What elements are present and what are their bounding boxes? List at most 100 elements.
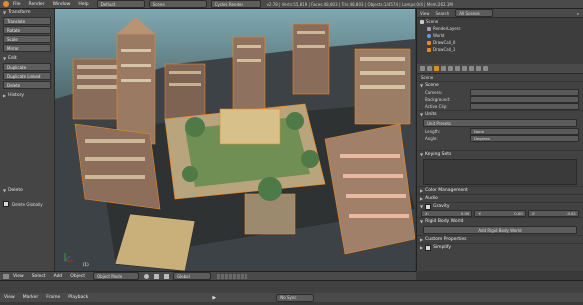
timeline-menu-marker[interactable]: Marker: [19, 295, 43, 300]
search-icon[interactable]: ⌕: [577, 11, 579, 16]
section-title: Custom Properties: [425, 237, 467, 242]
delete-button[interactable]: Delete: [3, 81, 51, 89]
properties-panel: Scene ▼ Scene Camera: Background: Active …: [416, 64, 583, 271]
scene-tab-icon[interactable]: [434, 66, 439, 71]
color-management-section-header[interactable]: ▶ Color Management: [417, 186, 583, 194]
outliner-item-drawcall-0[interactable]: DrawCall_0: [417, 39, 583, 46]
background-row: Background:: [417, 96, 583, 103]
timeline-menu-frame[interactable]: Frame: [42, 295, 64, 300]
transform-title: Transform: [8, 10, 31, 15]
outliner-menu-view[interactable]: View: [420, 11, 430, 16]
section-title: Keying Sets: [425, 152, 452, 157]
layers-icon[interactable]: [216, 273, 247, 279]
render-layers-tab-icon[interactable]: [427, 66, 432, 71]
menu-help[interactable]: Help: [74, 2, 92, 7]
keying-sets-list[interactable]: [423, 159, 577, 185]
world-tab-icon[interactable]: [441, 66, 446, 71]
render-tab-icon[interactable]: [420, 66, 425, 71]
outliner-item-scene[interactable]: Scene: [417, 18, 583, 25]
menu-file[interactable]: File: [9, 2, 25, 7]
texture-tab-icon[interactable]: [483, 66, 488, 71]
gravity-checkbox[interactable]: [425, 203, 432, 210]
outliner-item-label: RenderLayers: [433, 26, 461, 31]
mirror-button[interactable]: Mirror: [3, 44, 51, 52]
translate-button[interactable]: Translate: [3, 17, 51, 25]
custom-properties-section-header[interactable]: ▶ Custom Properties: [417, 235, 583, 243]
render-layers-icon: [427, 26, 431, 31]
simplify-checkbox[interactable]: [425, 244, 432, 251]
object-tab-icon[interactable]: [448, 66, 453, 71]
modifiers-tab-icon[interactable]: [462, 66, 467, 71]
scene-dropdown[interactable]: Scene: [148, 0, 207, 8]
menu-add[interactable]: Add: [50, 274, 67, 279]
menu-select[interactable]: Select: [28, 274, 50, 279]
unit-presets-dropdown[interactable]: Unit Presets: [423, 119, 577, 127]
transform-panel-header[interactable]: ▼ Transform: [0, 9, 54, 16]
3d-viewport[interactable]: (1): [55, 9, 415, 271]
expand-icon: ▶: [420, 196, 424, 201]
active-clip-row: Active Clip:: [417, 103, 583, 110]
scale-button[interactable]: Scale: [3, 35, 51, 43]
timeline-menu-playback[interactable]: Playback: [64, 295, 92, 300]
collapse-icon: ▼: [3, 56, 7, 61]
delete-panel-header[interactable]: ▼ Delete: [0, 187, 23, 194]
viewport-header: View Select Add Object Object Mode Globa…: [0, 271, 416, 280]
layout-dropdown[interactable]: Default: [96, 0, 145, 8]
timeline[interactable]: View Marker Frame Playback ▶ No Sync: [0, 280, 583, 305]
collapse-icon: ▼: [420, 83, 424, 88]
gravity-section-header[interactable]: ▼ Gravity: [417, 202, 583, 210]
material-tab-icon[interactable]: [476, 66, 481, 71]
active-clip-label: Active Clip:: [425, 104, 448, 109]
history-panel-header[interactable]: ▶ History: [0, 92, 54, 99]
menu-view[interactable]: View: [9, 274, 28, 279]
simplify-section-header[interactable]: ▶ Simplify: [417, 243, 583, 251]
menu-object[interactable]: Object: [66, 274, 89, 279]
gravity-x-field[interactable]: X: 0.00: [421, 210, 473, 217]
tower-left: [72, 58, 124, 120]
outliner-item-drawcall-1[interactable]: DrawCall_1: [417, 46, 583, 53]
timeline-ruler[interactable]: [0, 281, 583, 293]
render-engine-dropdown[interactable]: Cycles Render: [210, 0, 261, 8]
checkbox-box[interactable]: [3, 201, 9, 207]
constraints-tab-icon[interactable]: [455, 66, 460, 71]
angle-label: Angle:: [425, 136, 438, 141]
rigid-body-world-section-header[interactable]: ▼ Rigid Body World: [417, 217, 583, 225]
outliner-menu-search[interactable]: Search: [436, 11, 450, 16]
scene-breadcrumb-label: Scene: [421, 75, 434, 80]
rotate-button[interactable]: Rotate: [3, 26, 51, 34]
active-clip-field[interactable]: [470, 103, 579, 110]
audio-section-header[interactable]: ▶ Audio: [417, 194, 583, 202]
scene-section-header[interactable]: ▼ Scene: [417, 81, 583, 89]
data-tab-icon[interactable]: [469, 66, 474, 71]
edit-panel-header[interactable]: ▼ Edit: [0, 55, 54, 62]
menu-render[interactable]: Render: [25, 2, 49, 7]
background-field[interactable]: [470, 96, 579, 103]
duplicate-button[interactable]: Duplicate: [3, 63, 51, 71]
scene-stats: v2.78 | Verts:55,819 | Faces:48,803 | Tr…: [266, 1, 453, 7]
add-rigid-body-world-button[interactable]: Add Rigid Body World: [423, 226, 577, 234]
shading-icon[interactable]: [143, 273, 149, 279]
length-dropdown[interactable]: None: [470, 128, 579, 135]
menu-window[interactable]: Window: [49, 2, 75, 7]
mode-dropdown[interactable]: Object Mode: [92, 272, 139, 280]
keying-sets-section-header[interactable]: ▼ Keying Sets: [417, 150, 583, 158]
outliner-item-world[interactable]: World: [417, 32, 583, 39]
transform-orientation-dropdown[interactable]: Global: [172, 272, 211, 280]
units-section-header[interactable]: ▼ Units: [417, 110, 583, 118]
play-icon[interactable]: ▶: [212, 295, 216, 301]
timeline-menu-view[interactable]: View: [0, 295, 19, 300]
manipulator-icon[interactable]: [163, 273, 169, 279]
outliner-item-renderlayers[interactable]: RenderLayers: [417, 25, 583, 32]
camera-field[interactable]: [470, 89, 579, 96]
duplicate-linked-button[interactable]: Duplicate Linked: [3, 72, 51, 80]
pivot-icon[interactable]: [153, 273, 159, 279]
gravity-z-field[interactable]: Z: -9.81: [527, 210, 579, 217]
angle-dropdown[interactable]: Degrees: [470, 135, 579, 142]
outliner-header: View Search All Scenes ⌕: [417, 9, 583, 18]
sync-dropdown[interactable]: No Sync: [276, 293, 315, 302]
tower-right-tall: [292, 23, 330, 95]
gravity-y-field[interactable]: Y: 0.00: [474, 210, 526, 217]
delete-globally-checkbox[interactable]: Delete Globally: [3, 201, 43, 207]
expand-icon: ▶: [420, 188, 424, 193]
outliner-filter-dropdown[interactable]: All Scenes: [455, 9, 494, 17]
